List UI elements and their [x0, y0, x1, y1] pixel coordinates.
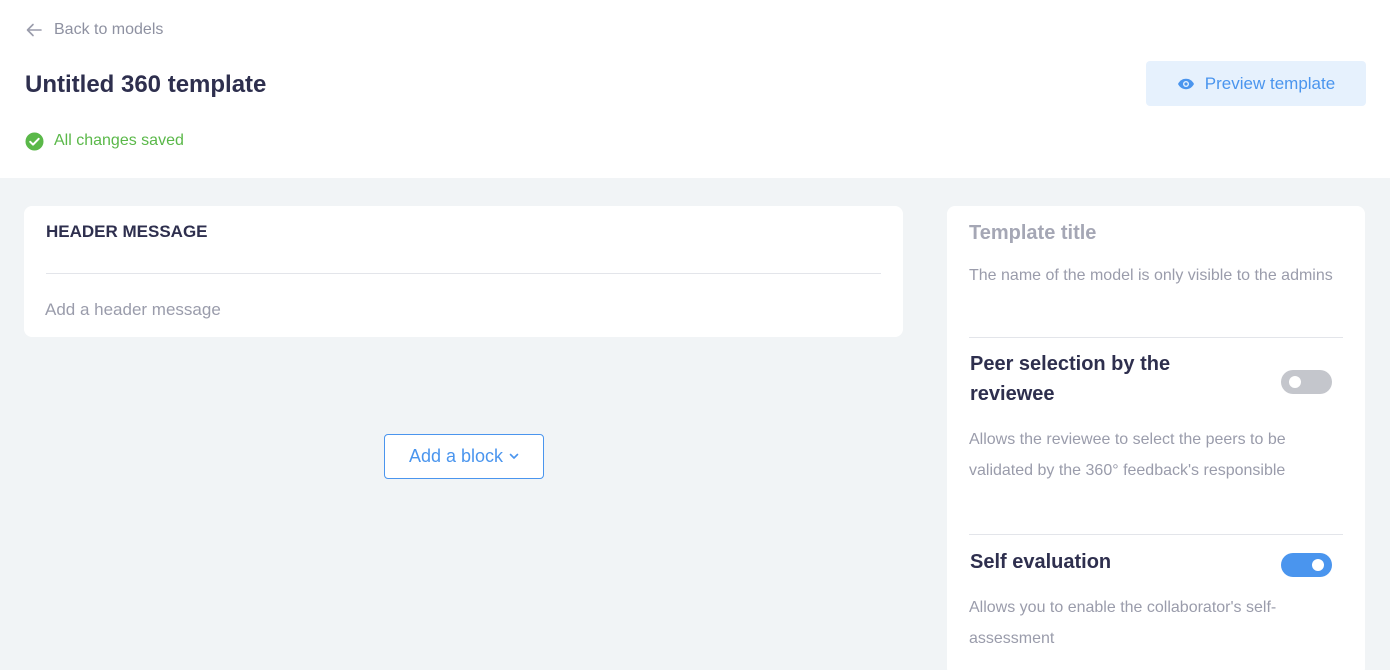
- preview-template-label: Preview template: [1204, 73, 1336, 93]
- template-title-description: The name of the model is only visible to…: [969, 267, 1333, 284]
- peer-selection-description: Allows the reviewee to select the peers …: [969, 431, 1286, 479]
- settings-panel: The name of the model is only visible to…: [947, 206, 1365, 670]
- header-message-title: HEADER MESSAGE: [46, 222, 208, 241]
- toggle-knob: [1289, 376, 1301, 388]
- chevron-down-icon: [509, 453, 519, 460]
- template-title-input[interactable]: [969, 219, 1343, 247]
- eye-icon: [1177, 78, 1195, 90]
- divider: [969, 534, 1343, 535]
- header-message-card: HEADER MESSAGE: [24, 206, 903, 337]
- back-link-label: Back to models: [54, 21, 164, 38]
- peer-selection-title: Peer selection by the reviewee: [970, 353, 1171, 405]
- self-evaluation-description: Allows you to enable the collaborator's …: [969, 599, 1277, 647]
- add-block-button[interactable]: Add a block: [384, 434, 544, 479]
- add-block-label: Add a block: [408, 446, 504, 466]
- header-message-input[interactable]: [45, 298, 881, 322]
- save-status: All changes saved: [25, 131, 184, 151]
- top-bar: Back to models Untitled 360 template All…: [0, 0, 1390, 178]
- divider: [46, 273, 881, 274]
- toggle-knob: [1312, 559, 1324, 571]
- back-to-models-link[interactable]: Back to models: [26, 19, 163, 41]
- save-status-label: All changes saved: [54, 132, 184, 149]
- self-evaluation-toggle[interactable]: [1281, 553, 1332, 577]
- self-evaluation-title: Self evaluation: [970, 551, 1112, 573]
- arrow-left-icon: [26, 23, 42, 37]
- preview-template-button[interactable]: Preview template: [1146, 61, 1366, 106]
- check-circle-icon: [25, 132, 44, 151]
- page-title: Untitled 360 template: [25, 71, 267, 98]
- divider: [969, 337, 1343, 338]
- peer-selection-toggle[interactable]: [1281, 370, 1332, 394]
